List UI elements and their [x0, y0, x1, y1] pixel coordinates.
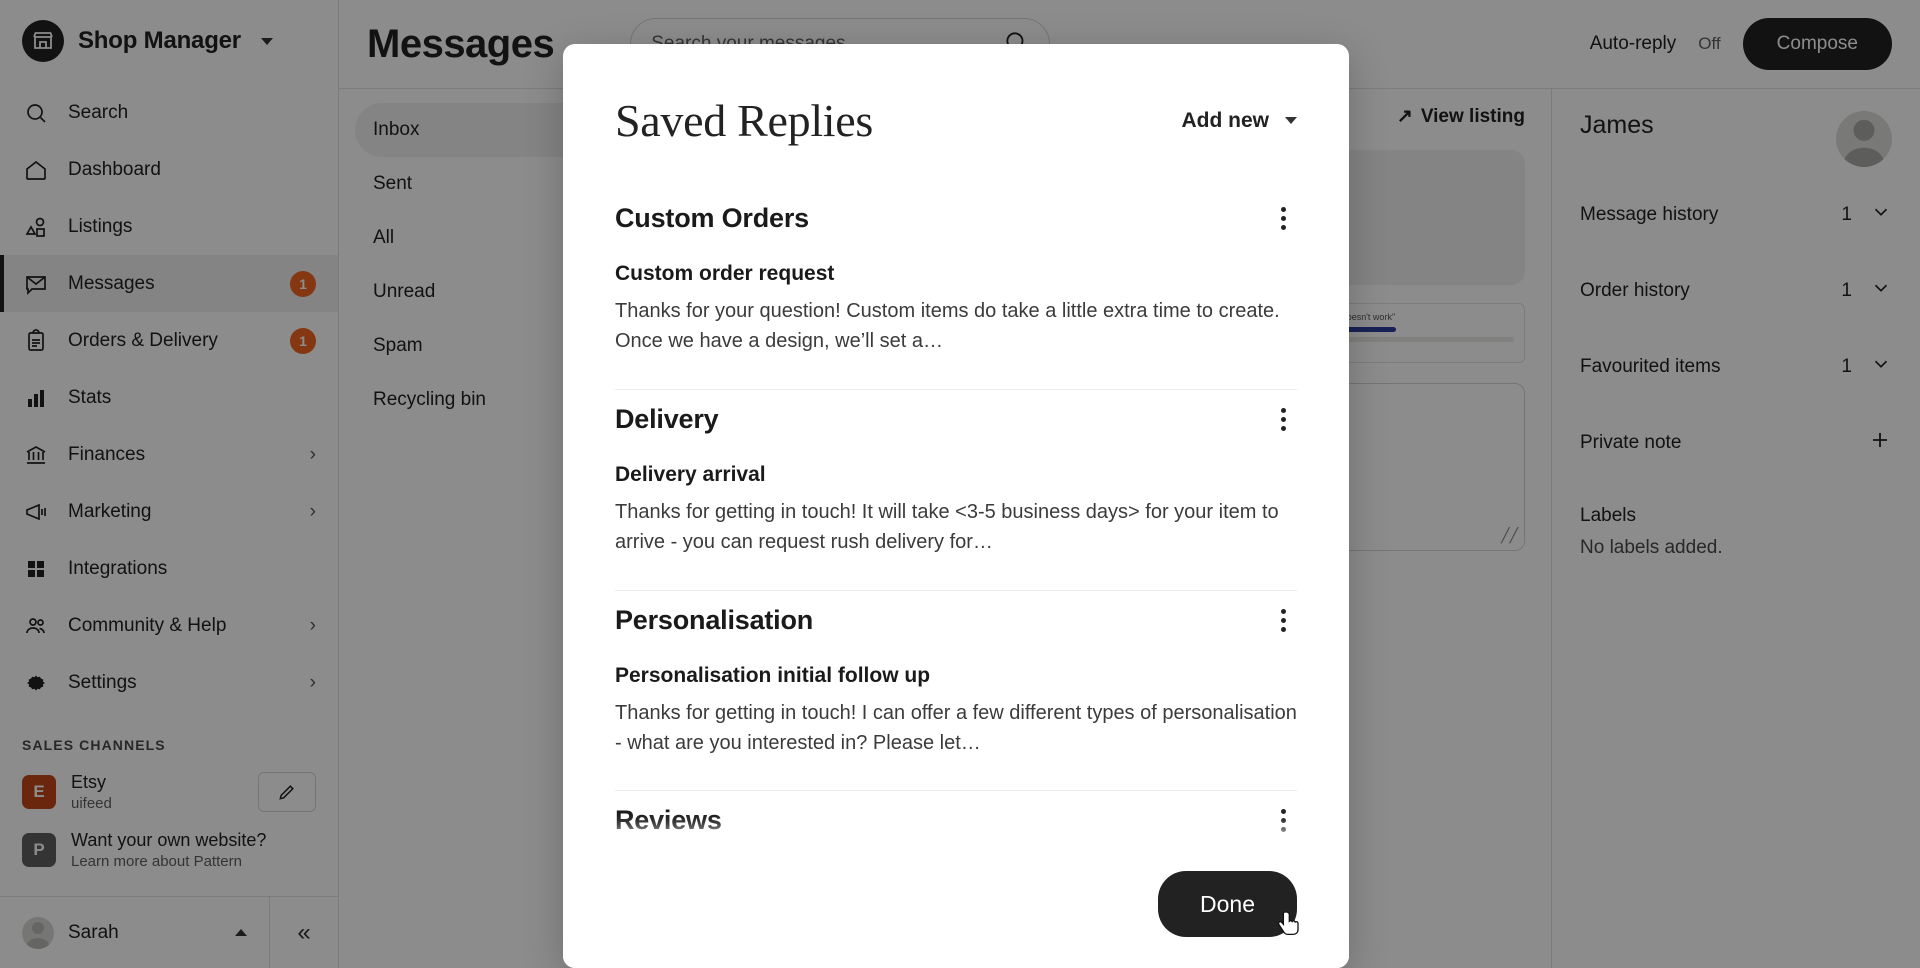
add-new-dropdown[interactable]: Add new [1181, 108, 1297, 133]
group-title: Personalisation [615, 604, 814, 635]
saved-reply-item[interactable]: Custom order request Thanks for your que… [615, 252, 1297, 383]
saved-reply-title: Delivery arrival [615, 462, 766, 486]
app-root: Shop Manager Search Dashboard Listings M… [0, 0, 1920, 968]
kebab-menu-icon[interactable] [1269, 207, 1297, 230]
kebab-menu-icon[interactable] [1269, 407, 1297, 431]
kebab-menu-icon[interactable] [1269, 809, 1297, 833]
group-header: Personalisation [615, 591, 1297, 654]
add-new-label: Add new [1181, 108, 1270, 132]
saved-reply-text: Thanks for getting in touch! I can offer… [615, 701, 1297, 754]
saved-reply-text: Thanks for getting in touch! It will tak… [615, 500, 1279, 554]
group-header: Custom Orders [615, 189, 1297, 252]
caret-down-icon [1285, 117, 1297, 124]
modal-header: Saved Replies Add new [563, 44, 1349, 165]
done-button[interactable]: Done [1158, 871, 1297, 937]
kebab-menu-icon[interactable] [1269, 608, 1297, 632]
group-title: Reviews [615, 805, 722, 836]
saved-reply-group: Personalisation Personalisation initial … [615, 589, 1297, 791]
modal-footer: Done [563, 840, 1349, 968]
saved-reply-item[interactable]: Personalisation initial follow up Thanks… [615, 654, 1297, 785]
group-title: Delivery [615, 403, 719, 434]
saved-reply-title: Personalisation initial follow up [615, 663, 931, 687]
group-title: Custom Orders [615, 203, 809, 233]
saved-reply-group: Delivery Delivery arrival Thanks for get… [615, 388, 1297, 590]
saved-reply-title: Custom order request [615, 262, 835, 285]
saved-reply-group: Custom Orders Custom order request Thank… [615, 189, 1297, 389]
saved-reply-item[interactable]: Delivery arrival Thanks for getting in t… [615, 453, 1297, 584]
group-header: Delivery [615, 390, 1297, 453]
modal-title: Saved Replies [615, 95, 873, 146]
saved-reply-text: Thanks for your question! Custom items d… [615, 300, 1280, 353]
saved-replies-modal: Saved Replies Add new Custom Orders Cust… [563, 44, 1349, 968]
saved-replies-list[interactable]: Custom Orders Custom order request Thank… [563, 165, 1349, 968]
